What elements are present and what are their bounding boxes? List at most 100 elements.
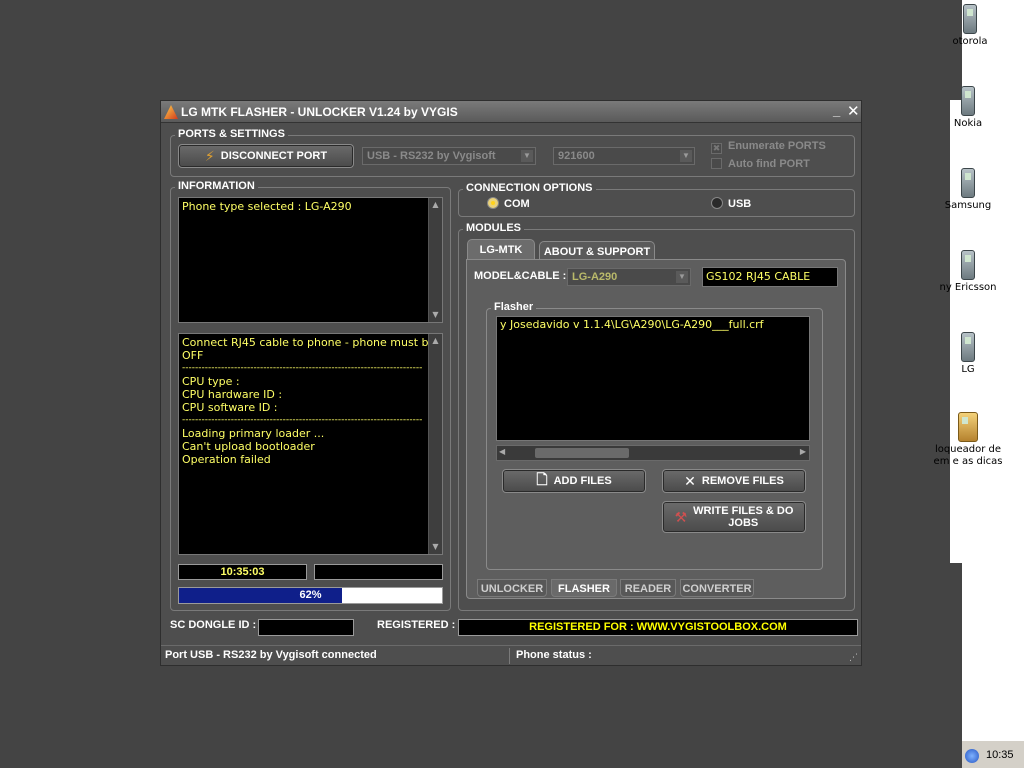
sc-dongle-field <box>258 619 354 636</box>
desktop-icon-lg[interactable]: LG <box>918 332 1018 376</box>
log-line: ----------------------------------------… <box>182 415 423 425</box>
write-files-label: WRITE FILES & DO JOBS <box>693 505 793 529</box>
desktop-icon-label: em e as dicas <box>933 456 1003 467</box>
app-logo-icon <box>164 105 178 119</box>
log-line: Connect RJ45 cable to phone - phone must… <box>182 336 436 349</box>
scroll-thumb[interactable] <box>535 448 629 458</box>
app-window: LG MTK FLASHER - UNLOCKER V1.24 by VYGIS… <box>160 100 862 666</box>
write-files-line2: JOBS <box>728 517 759 529</box>
desktop-icon-label: loqueador de <box>934 444 1002 455</box>
write-files-button[interactable]: ⚒ WRITE FILES & DO JOBS <box>662 501 806 533</box>
scroll-up-icon[interactable]: ▲ <box>429 198 442 212</box>
desktop-icon-label: otorola <box>952 36 988 47</box>
cable-icon: ⚡ <box>204 147 215 164</box>
remove-icon: ✕ <box>684 472 696 489</box>
phone-icon <box>963 4 977 34</box>
desktop-icon-motorola[interactable]: otorola <box>920 4 1020 48</box>
secondary-display <box>314 564 443 580</box>
desktop-icon-samsung[interactable]: Samsung <box>918 168 1018 212</box>
auto-find-port-checkbox[interactable]: Auto find PORT <box>711 158 810 170</box>
progress-label: 62% <box>299 589 322 601</box>
desktop-icon-label: Nokia <box>953 118 983 129</box>
progress-bar: 62% <box>178 587 443 604</box>
log-line: Can't upload bootloader <box>182 440 315 453</box>
port-select-value: USB - RS232 by Vygisoft <box>367 150 496 162</box>
desktop-icon-sony-ericsson[interactable]: ny Ericsson <box>918 250 1018 294</box>
desktop-icon-label: Samsung <box>944 200 992 211</box>
tab-converter[interactable]: CONVERTER <box>680 579 754 597</box>
usb-radio[interactable]: USB <box>711 197 751 210</box>
flasher-title: Flasher <box>491 301 537 313</box>
time-display: 10:35:03 <box>178 564 307 580</box>
log-line: Loading primary loader ... <box>182 427 325 440</box>
phone-info-lines: Phone type selected : LG-A290 <box>179 198 442 215</box>
vertical-scrollbar[interactable]: ▲ ▼ <box>428 334 442 554</box>
tab-about-support[interactable]: ABOUT & SUPPORT <box>539 241 655 261</box>
network-tray-icon[interactable] <box>965 749 979 763</box>
checkbox-icon <box>711 158 722 169</box>
log-line: Operation failed <box>182 453 271 466</box>
com-radio[interactable]: COM <box>487 197 530 210</box>
model-select[interactable]: LG-A290 ▼ <box>567 268 691 286</box>
close-button[interactable]: ✕ <box>847 102 860 120</box>
add-file-icon: 🗋 <box>536 471 548 487</box>
checkbox-checked-icon: ✖ <box>711 143 722 154</box>
resize-grip-icon[interactable]: ⋰ <box>849 652 858 663</box>
phone-icon <box>961 168 975 198</box>
desktop-icon-folder[interactable]: loqueador de em e as dicas <box>918 412 1018 468</box>
scroll-down-icon[interactable]: ▼ <box>429 308 442 322</box>
status-bar: Port USB - RS232 by Vygisoft connected P… <box>161 645 861 665</box>
phone-icon <box>961 86 975 116</box>
tab-lg-mtk[interactable]: LG-MTK <box>467 239 535 259</box>
horizontal-scrollbar[interactable]: ◀ ▶ <box>496 445 810 461</box>
phone-info-textarea[interactable]: Phone type selected : LG-A290 ▲ ▼ <box>178 197 443 323</box>
cable-field[interactable]: GS102 RJ45 CABLE <box>702 267 838 287</box>
modules-title: MODULES <box>463 222 524 234</box>
window-title: LG MTK FLASHER - UNLOCKER V1.24 by VYGIS <box>181 105 458 119</box>
vertical-scrollbar[interactable]: ▲ ▼ <box>428 198 442 322</box>
log-line: ----------------------------------------… <box>182 363 423 373</box>
desktop-icon-label: ny Ericsson <box>939 282 997 293</box>
com-label: COM <box>504 198 530 210</box>
scroll-left-icon[interactable]: ◀ <box>499 447 505 456</box>
scroll-up-icon[interactable]: ▲ <box>429 334 442 348</box>
port-select[interactable]: USB - RS232 by Vygisoft ▼ <box>362 147 536 165</box>
log-line: CPU software ID : <box>182 401 278 414</box>
baud-select-value: 921600 <box>558 150 595 162</box>
log-textarea[interactable]: Connect RJ45 cable to phone - phone must… <box>178 333 443 555</box>
log-line: Phone type selected : LG-A290 <box>182 200 352 213</box>
tab-reader[interactable]: READER <box>620 579 676 597</box>
phone-icon <box>961 332 975 362</box>
tray-clock[interactable]: 10:35 <box>986 749 1014 761</box>
log-line: CPU type : <box>182 375 240 388</box>
write-files-line1: WRITE FILES & DO <box>693 505 794 517</box>
enumerate-ports-label: Enumerate PORTS <box>728 140 826 152</box>
folder-icon <box>958 412 978 442</box>
system-tray: 10:35 <box>962 740 1024 768</box>
desktop-area: otorola Nokia Samsung ny Ericsson LG loq… <box>934 0 1024 740</box>
log-line: OFF <box>182 349 204 362</box>
scroll-down-icon[interactable]: ▼ <box>429 540 442 554</box>
log-lines: Connect RJ45 cable to phone - phone must… <box>179 334 442 468</box>
add-files-button[interactable]: 🗋 ADD FILES <box>502 469 646 493</box>
chevron-down-icon: ▼ <box>676 271 688 283</box>
file-list[interactable]: y Josedavido v 1.1.4\LG\A290\LG-A290___f… <box>496 316 810 441</box>
status-divider <box>509 648 510 664</box>
sc-dongle-label: SC DONGLE ID : <box>170 619 257 631</box>
enumerate-ports-checkbox[interactable]: ✖ Enumerate PORTS <box>711 140 826 154</box>
tab-unlocker[interactable]: UNLOCKER <box>477 579 547 597</box>
minimize-button[interactable]: _ <box>833 103 840 118</box>
add-files-label: ADD FILES <box>553 475 612 487</box>
baud-select[interactable]: 921600 ▼ <box>553 147 695 165</box>
disconnect-port-label: DISCONNECT PORT <box>220 150 328 162</box>
disconnect-port-button[interactable]: ⚡ DISCONNECT PORT <box>178 144 354 168</box>
chevron-down-icon: ▼ <box>521 150 533 162</box>
remove-files-button[interactable]: ✕ REMOVE FILES <box>662 469 806 493</box>
scroll-right-icon[interactable]: ▶ <box>800 447 806 456</box>
tab-flasher[interactable]: FLASHER <box>551 579 617 597</box>
desktop-icon-nokia[interactable]: Nokia <box>918 86 1018 130</box>
title-bar[interactable]: LG MTK FLASHER - UNLOCKER V1.24 by VYGIS… <box>161 101 861 123</box>
radio-icon <box>711 197 723 209</box>
phone-status: Phone status : <box>516 649 592 661</box>
file-entry[interactable]: y Josedavido v 1.1.4\LG\A290\LG-A290___f… <box>497 317 809 333</box>
